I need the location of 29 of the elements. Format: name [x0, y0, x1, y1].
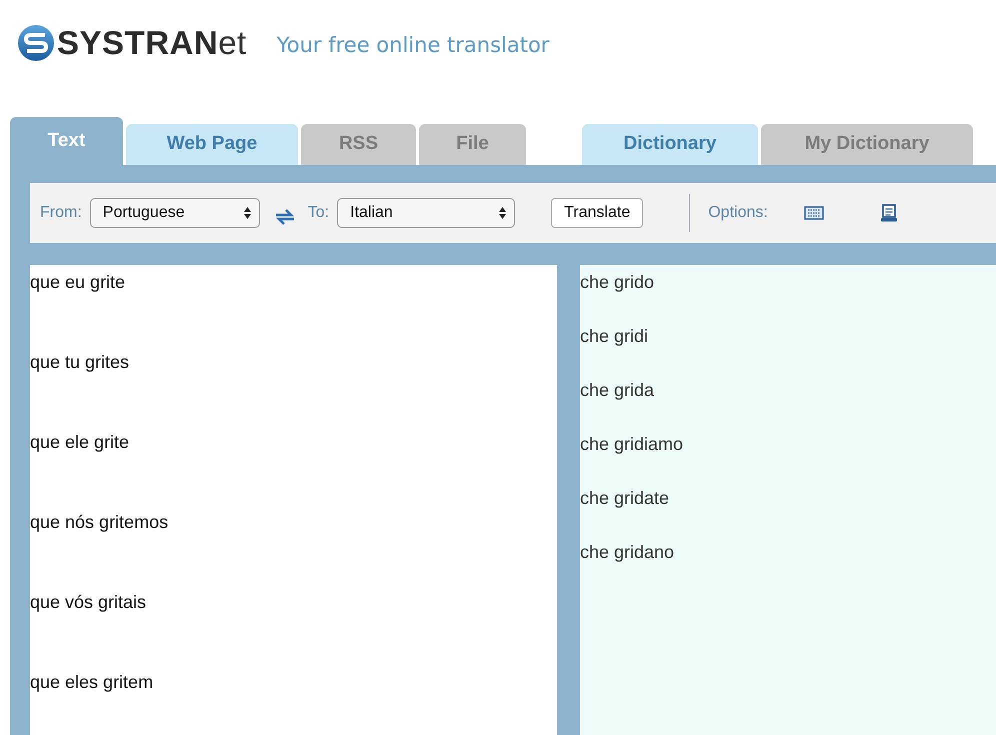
toolbar-label: To:: [308, 203, 330, 223]
translate-button[interactable]: Translate: [551, 198, 644, 228]
toolbar-label: From:: [40, 203, 82, 223]
source-line: que vós gritais: [30, 592, 146, 612]
source-text-area[interactable]: que eu grite que tu grites que ele grite que nós gritemos que vós gritais que eles gritem: [30, 265, 557, 735]
translation-line: che grida: [580, 380, 654, 400]
source-line: que eu grite: [30, 272, 126, 292]
language-select[interactable]: Portuguese: [90, 198, 260, 228]
translation-line: che gridi: [580, 326, 648, 346]
tab[interactable]: Text: [10, 117, 123, 165]
translation-line: che grido: [580, 272, 654, 292]
tab[interactable]: Dictionary: [582, 124, 758, 165]
updown-arrow-icon: [499, 207, 506, 219]
logo-icon: [17, 24, 55, 62]
language-select[interactable]: Italian: [337, 198, 516, 228]
toolbar-label: Options:: [708, 203, 768, 223]
tagline: Your free online translator: [276, 32, 550, 59]
keyboard-icon[interactable]: [804, 206, 824, 220]
translation-line: che gridano: [580, 542, 674, 562]
monitor-icon[interactable]: [880, 204, 898, 222]
translation-line: che gridiamo: [580, 434, 684, 454]
source-line: que ele grite: [30, 432, 130, 452]
translation-line: che gridate: [580, 488, 670, 508]
source-line: que tu grites: [30, 352, 130, 372]
logo-text: SYSTRANet: [57, 26, 247, 59]
source-line: que eles gritem: [30, 672, 154, 692]
source-line: que nós gritemos: [30, 512, 168, 532]
tab[interactable]: Web Page: [126, 124, 298, 165]
updown-arrow-icon: [244, 207, 251, 219]
